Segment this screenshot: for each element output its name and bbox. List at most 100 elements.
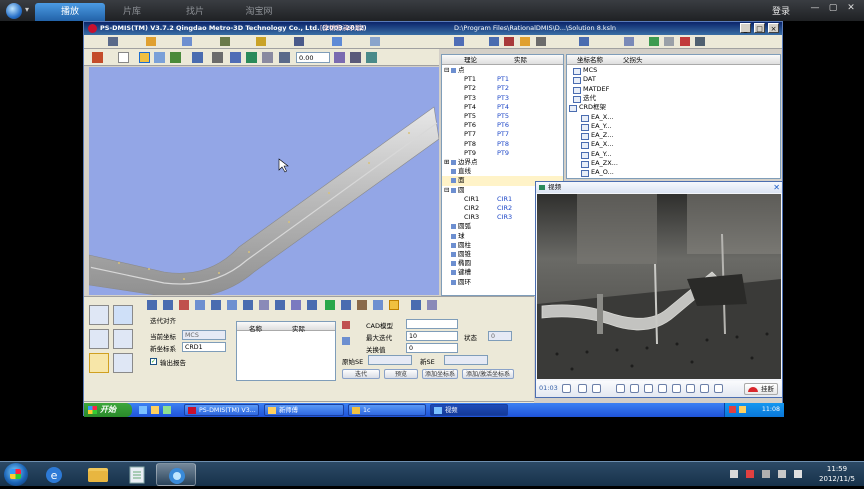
cad-model-icon[interactable] <box>342 321 350 329</box>
record-icon[interactable] <box>672 384 681 393</box>
view-icon[interactable] <box>182 37 192 46</box>
feature-tree-row[interactable]: ⊞ 边界点 <box>442 158 563 167</box>
chevron-right-icon[interactable] <box>714 384 723 393</box>
screenshot-icon[interactable] <box>630 384 639 393</box>
align-icon-4[interactable] <box>195 300 205 310</box>
network-icon[interactable] <box>778 470 786 478</box>
coordinate-row[interactable]: EA_Y... <box>567 150 687 159</box>
front-view-icon[interactable] <box>230 52 241 63</box>
login-link[interactable]: 登录 <box>772 4 790 17</box>
xp-task-psdmis[interactable]: PS-DMIS(TM) V3... <box>184 404 259 416</box>
coordinate-row[interactable]: EA_X... <box>567 140 687 150</box>
align-icon-6[interactable] <box>227 300 237 310</box>
align-icon-11[interactable] <box>307 300 317 310</box>
tab-find[interactable]: 找片 <box>160 3 230 21</box>
align-icon-13[interactable] <box>341 300 351 310</box>
coordinate-row[interactable]: EA_O... <box>567 168 687 178</box>
feature-tree-row[interactable]: PT8 PT8 <box>442 140 563 149</box>
preview-button[interactable]: 预览 <box>384 369 418 379</box>
pan-icon[interactable] <box>154 52 165 63</box>
feature-tree-row[interactable]: PT4 PT4 <box>442 103 563 112</box>
player-app-button[interactable] <box>156 463 196 486</box>
align-icon-10[interactable] <box>291 300 301 310</box>
axes-icon[interactable] <box>192 52 203 63</box>
player-logo-icon[interactable] <box>6 3 22 19</box>
coordinate-row[interactable]: DAT <box>567 75 687 85</box>
select-arrow-icon[interactable] <box>118 52 129 63</box>
iterative-align-icon[interactable] <box>89 353 109 373</box>
document-app-button[interactable] <box>117 463 157 486</box>
tab-play[interactable]: 播放 <box>35 3 105 21</box>
align-icon-5[interactable] <box>211 300 221 310</box>
minimize-button[interactable]: — <box>808 3 822 13</box>
copy-icon[interactable] <box>664 37 674 46</box>
crosshair-icon[interactable] <box>334 52 345 63</box>
tolerance-icon[interactable] <box>504 37 514 46</box>
feature-tree-row[interactable]: PT7 PT7 <box>442 130 563 139</box>
align-icon-17[interactable] <box>411 300 421 310</box>
fullscreen-icon[interactable] <box>644 384 653 393</box>
maximize-button[interactable]: ▢ <box>826 3 840 13</box>
feature-grid[interactable]: 名称 实际 <box>236 321 336 381</box>
probe-icon[interactable] <box>256 37 266 46</box>
output-report-checkbox[interactable]: ✓ <box>150 358 157 365</box>
zoom-input[interactable]: 0.00 <box>296 52 330 63</box>
speaker-icon[interactable] <box>592 384 601 393</box>
list-icon[interactable] <box>624 37 634 46</box>
align-icon-16[interactable] <box>389 300 399 310</box>
tray-icon-b[interactable] <box>746 470 754 478</box>
construct-icon[interactable] <box>294 37 304 46</box>
feature-tree-row[interactable]: PT2 PT2 <box>442 84 563 93</box>
graphic-icon[interactable] <box>366 52 377 63</box>
tolerance-field[interactable]: 0 <box>406 343 458 353</box>
current-coord-field[interactable]: MCS <box>182 330 226 340</box>
coordinate-row[interactable]: 迭代 <box>567 94 687 103</box>
tray-icon-a[interactable] <box>730 470 738 478</box>
chevron-left-icon[interactable] <box>700 384 709 393</box>
tree-toggle[interactable]: ⊟ <box>444 66 449 75</box>
top-view-icon[interactable] <box>262 52 273 63</box>
point-align-icon[interactable] <box>89 329 109 349</box>
probe-view-icon[interactable] <box>212 52 223 63</box>
coord-icon[interactable] <box>579 37 589 46</box>
coordinate-row[interactable]: CRD框架 <box>567 103 687 113</box>
quicklaunch-icon-2[interactable] <box>151 406 159 414</box>
alignment-icon[interactable] <box>332 37 342 46</box>
video-close-button[interactable]: ✕ <box>773 182 780 193</box>
add-activate-coord-button[interactable]: 添加/激活坐标系 <box>462 369 514 379</box>
max-iter-field[interactable]: 10 <box>406 331 458 341</box>
new-coord-field[interactable]: CRD1 <box>182 342 226 352</box>
tray-icon-1[interactable] <box>729 406 736 413</box>
quicklaunch-icon-3[interactable] <box>163 406 171 414</box>
hangup-button[interactable]: 挂断 <box>744 383 778 395</box>
align-icon-14[interactable] <box>357 300 367 310</box>
settings-gear-icon[interactable] <box>686 384 695 393</box>
tab-library[interactable]: 片库 <box>97 3 167 21</box>
delete-icon[interactable] <box>680 37 690 46</box>
filter-icon[interactable] <box>489 37 499 46</box>
coordinate-row[interactable]: MCS <box>567 66 687 75</box>
side-view-icon[interactable] <box>246 52 257 63</box>
app-maximize-button[interactable]: □ <box>754 23 765 33</box>
align-icon-7[interactable] <box>243 300 253 310</box>
app-minimize-button[interactable]: _ <box>740 23 751 33</box>
feature-tree-row[interactable]: PT1 PT1 <box>442 75 563 84</box>
align-icon-1[interactable] <box>147 300 157 310</box>
xp-task-video[interactable]: 视频 <box>430 404 508 416</box>
feature-tree-row[interactable]: PT9 PT9 <box>442 149 563 158</box>
explorer-folder-button[interactable] <box>78 463 118 486</box>
align-icon-3[interactable] <box>179 300 189 310</box>
folder-icon[interactable] <box>520 37 530 46</box>
tree-toggle[interactable]: ⊟ <box>444 186 449 195</box>
zoom-fit-icon[interactable] <box>170 52 181 63</box>
coordinate-row[interactable]: EA_Z... <box>567 131 687 141</box>
microphone-icon[interactable] <box>578 384 587 393</box>
tray-icon-2[interactable] <box>739 406 746 413</box>
align-icon-9[interactable] <box>275 300 285 310</box>
home-icon[interactable] <box>108 37 118 46</box>
cad-model-field[interactable] <box>406 319 458 329</box>
measure-icon[interactable] <box>220 37 230 46</box>
xp-task-master[interactable]: 新师傅 <box>264 404 344 416</box>
add-coord-button[interactable]: 添加坐标系 <box>422 369 458 379</box>
align-icon-15[interactable] <box>373 300 383 310</box>
